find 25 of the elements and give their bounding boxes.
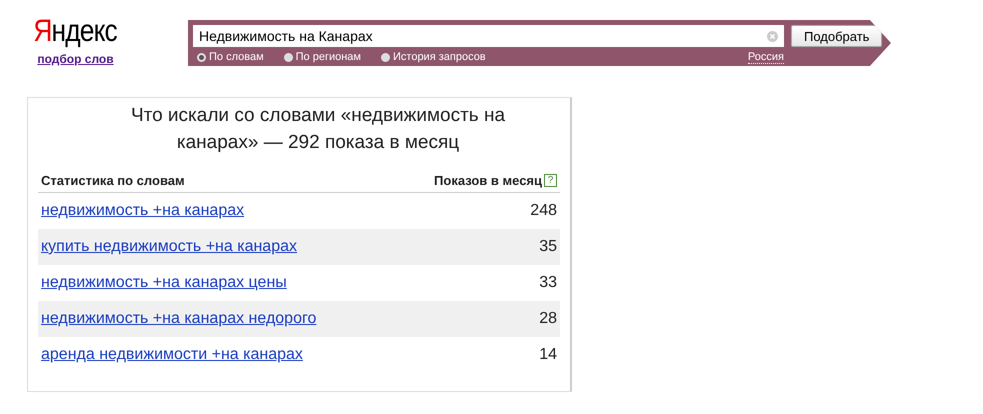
radio-icon[interactable] (284, 52, 293, 62)
phrase-link[interactable]: недвижимость +на канарах (41, 202, 244, 220)
count-cell: 248 (530, 202, 557, 220)
count-cell: 14 (539, 346, 557, 364)
phrase-link[interactable]: аренда недвижимости +на канарах (41, 346, 303, 364)
column-header: Статистика по словам (41, 173, 185, 188)
count-cell: 35 (539, 238, 557, 256)
search-field[interactable]: Недвижимость на Канарах (193, 25, 784, 47)
count-cell: 28 (539, 310, 557, 328)
phrase-link[interactable]: недвижимость +на канарах недорого (41, 310, 316, 328)
radio-icon[interactable] (381, 52, 390, 62)
mode-option[interactable]: История запросов (381, 51, 486, 63)
phrase-link[interactable]: купить недвижимость +на канарах (41, 238, 297, 256)
radio-icon[interactable] (197, 52, 206, 62)
column-header: Показов в месяц (434, 173, 542, 188)
count-cell: 33 (539, 274, 557, 292)
help-icon[interactable]: ? (544, 174, 557, 187)
region-link[interactable]: Россия (748, 50, 784, 64)
results-title: Что искали со словами «недвижимость на канарах» — 292 показа в месяц (130, 104, 506, 155)
subtitle-link[interactable]: подбор слов (37, 52, 114, 66)
phrase-link[interactable]: недвижимость +на канарах цены (41, 274, 287, 292)
logo: Яндекс (34, 15, 118, 47)
mode-option[interactable]: По словам (197, 51, 264, 63)
mode-option[interactable]: По регионам (284, 51, 361, 63)
submit-button[interactable]: Подобрать (791, 25, 882, 47)
